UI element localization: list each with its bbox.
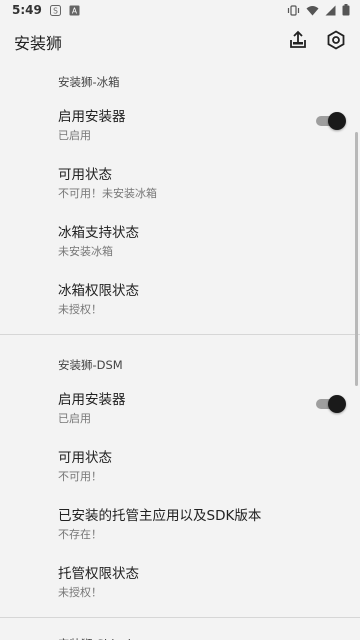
switch-thumb <box>328 112 346 130</box>
pref-title: 已安装的托管主应用以及SDK版本 <box>58 508 262 524</box>
share-icon <box>288 30 308 54</box>
switch-thumb <box>328 395 346 413</box>
status-time: 5:49 <box>12 3 42 17</box>
app-title: 安装狮 <box>14 34 63 53</box>
a-app-icon: A <box>69 5 80 16</box>
signal-icon <box>325 5 336 16</box>
settings-button[interactable] <box>324 30 348 54</box>
pref-summary: 不可用！未安装冰箱 <box>58 187 157 200</box>
enable-installer-switch-icebox[interactable] <box>316 112 346 130</box>
pref-summary: 未授权！ <box>58 586 102 599</box>
share-button[interactable] <box>286 30 310 54</box>
pref-availability-dsm[interactable]: 可用状态 不可用！ <box>0 439 360 497</box>
battery-icon <box>342 4 350 16</box>
pref-title: 可用状态 <box>58 167 112 183</box>
pref-host-app-sdk-version-dsm[interactable]: 已安装的托管主应用以及SDK版本 不存在！ <box>0 497 360 555</box>
preference-list[interactable]: 安装狮-冰箱 启用安装器 已启用 可用状态 不可用！未安装冰箱 冰箱支持状态 未… <box>0 64 360 640</box>
pref-support-status-icebox[interactable]: 冰箱支持状态 未安装冰箱 <box>0 214 360 272</box>
section-header-dsm: 安装狮-DSM <box>58 358 123 372</box>
vibrate-icon <box>287 4 300 16</box>
pref-summary: 已启用 <box>58 129 91 142</box>
pref-title: 托管权限状态 <box>58 566 139 582</box>
app-bar: 安装狮 <box>0 20 360 64</box>
pref-title: 启用安装器 <box>58 392 126 408</box>
pref-summary: 已启用 <box>58 412 91 425</box>
status-bar: 5:49 S A <box>0 0 360 20</box>
wifi-icon <box>306 5 319 16</box>
pref-enable-installer-icebox[interactable]: 启用安装器 已启用 <box>0 98 360 156</box>
pref-summary: 不存在！ <box>58 528 102 541</box>
pref-title: 启用安装器 <box>58 109 126 125</box>
pref-title: 冰箱支持状态 <box>58 225 139 241</box>
pref-title: 可用状态 <box>58 450 112 466</box>
pref-host-permission-status-dsm[interactable]: 托管权限状态 未授权！ <box>0 555 360 613</box>
pref-availability-icebox[interactable]: 可用状态 不可用！未安装冰箱 <box>0 156 360 214</box>
pref-enable-installer-dsm[interactable]: 启用安装器 已启用 <box>0 381 360 439</box>
s-app-icon: S <box>49 4 61 16</box>
pref-summary: 未授权！ <box>58 303 102 316</box>
settings-icon <box>326 30 346 54</box>
section-header-icebox: 安装狮-冰箱 <box>58 75 120 89</box>
pref-title: 冰箱权限状态 <box>58 283 139 299</box>
section-header-shizuku: 安装狮-Shizuku <box>0 618 360 640</box>
pref-summary: 未安装冰箱 <box>58 245 113 258</box>
enable-installer-switch-dsm[interactable] <box>316 395 346 413</box>
scrollbar[interactable] <box>355 132 358 386</box>
svg-text:S: S <box>53 6 58 15</box>
svg-text:A: A <box>72 6 78 15</box>
pref-summary: 不可用！ <box>58 470 102 483</box>
pref-permission-status-icebox[interactable]: 冰箱权限状态 未授权！ <box>0 272 360 330</box>
